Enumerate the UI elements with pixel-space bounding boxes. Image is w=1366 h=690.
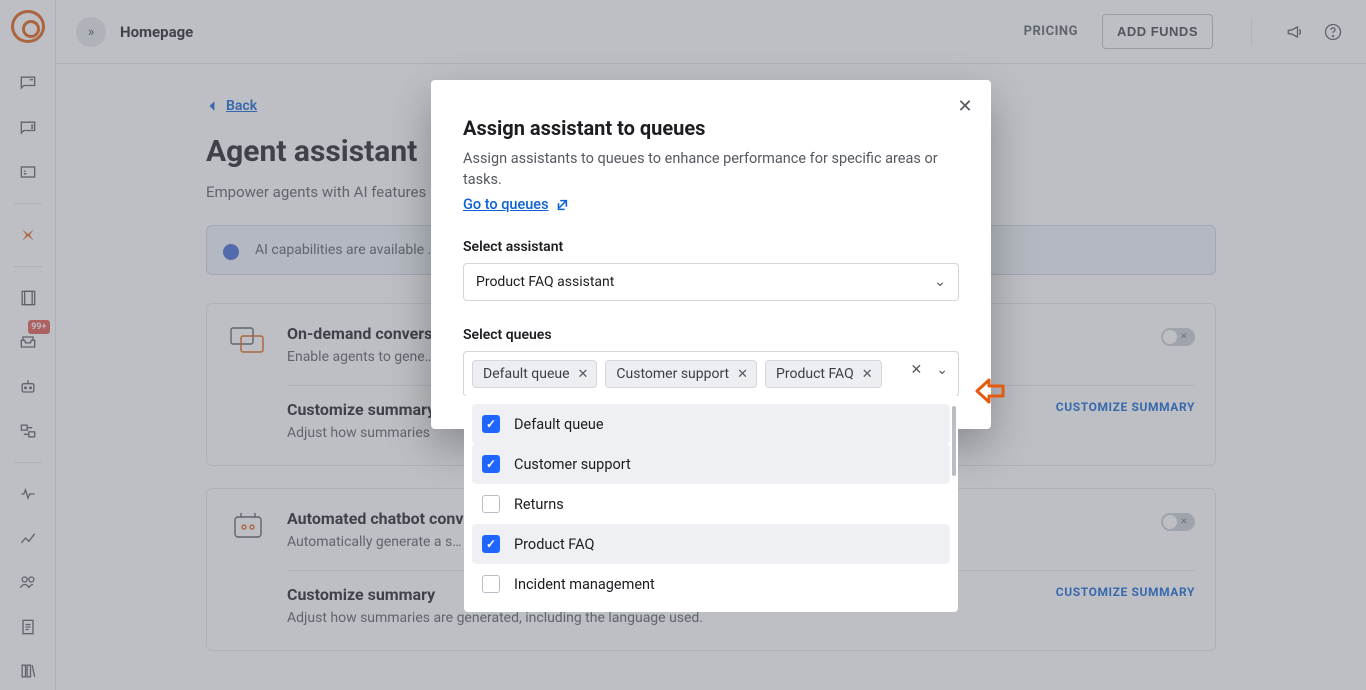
option-label: Product FAQ [514, 536, 594, 553]
callout-arrow-icon [975, 378, 1005, 408]
close-icon[interactable]: ✕ [953, 94, 977, 118]
option-label: Default queue [514, 416, 604, 433]
option-label: Customer support [514, 456, 631, 473]
dropdown-scrollbar[interactable] [952, 406, 956, 476]
option-product-faq[interactable]: Product FAQ [472, 524, 950, 564]
checkbox-icon [482, 455, 500, 473]
option-default-queue[interactable]: Default queue [472, 404, 950, 444]
go-to-queues-link[interactable]: Go to queues [463, 196, 569, 213]
checkbox-icon [482, 575, 500, 593]
option-returns[interactable]: Returns [472, 484, 950, 524]
chevron-down-icon[interactable]: ⌄ [936, 362, 948, 378]
chevron-down-icon: ⌄ [934, 274, 946, 290]
chip-label: Customer support [616, 366, 729, 382]
modal-title: Assign assistant to queues [463, 116, 959, 140]
option-label: Incident management [514, 576, 655, 593]
chip-customer-support[interactable]: Customer support ✕ [605, 360, 757, 388]
chip-product-faq[interactable]: Product FAQ ✕ [765, 360, 882, 388]
select-queues-label: Select queues [463, 327, 959, 343]
clear-all-icon[interactable]: ✕ [911, 362, 923, 378]
checkbox-icon [482, 535, 500, 553]
go-to-queues-label: Go to queues [463, 196, 549, 213]
option-incident-management[interactable]: Incident management [472, 564, 950, 604]
checkbox-icon [482, 415, 500, 433]
checkbox-icon [482, 495, 500, 513]
option-label: Returns [514, 496, 564, 513]
select-assistant-label: Select assistant [463, 239, 959, 255]
external-link-icon [555, 198, 569, 212]
chip-remove-icon[interactable]: ✕ [737, 367, 748, 382]
modal-description: Assign assistants to queues to enhance p… [463, 148, 959, 190]
option-customer-support[interactable]: Customer support [472, 444, 950, 484]
queues-dropdown: Default queue Customer support Returns P… [464, 396, 958, 612]
assistant-value: Product FAQ assistant [476, 274, 614, 290]
chip-default-queue[interactable]: Default queue ✕ [472, 360, 597, 388]
chip-remove-icon[interactable]: ✕ [578, 367, 589, 382]
chip-remove-icon[interactable]: ✕ [862, 367, 873, 382]
chip-label: Default queue [483, 366, 570, 382]
assign-modal: ✕ Assign assistant to queues Assign assi… [431, 80, 991, 429]
queues-multiselect[interactable]: Default queue ✕ Customer support ✕ Produ… [463, 351, 959, 397]
chip-label: Product FAQ [776, 366, 854, 382]
assistant-select[interactable]: Product FAQ assistant ⌄ [463, 263, 959, 301]
